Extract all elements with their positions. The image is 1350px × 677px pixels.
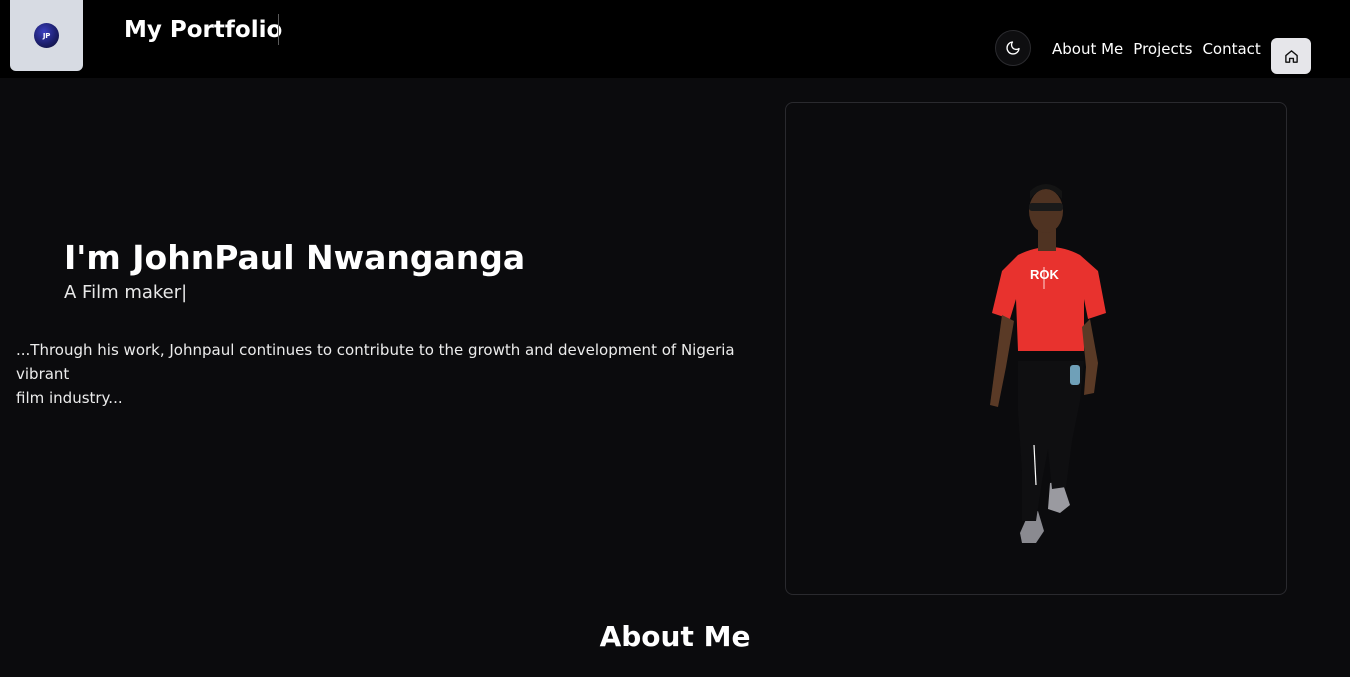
hero-subtitle: A Film maker| [64,281,187,305]
hero-heading: I'm JohnPaul Nwanganga [64,238,526,277]
profile-photo-card: ROK [785,102,1287,595]
profile-photo: ROK [990,184,1106,543]
shirt-logo: ROK [1030,267,1060,282]
logo-text: JP [42,31,51,40]
nav-link-projects[interactable]: Projects [1133,40,1192,58]
typing-cursor: | [181,282,188,303]
site-title: My Portfolio [124,17,283,43]
sunglasses [1029,203,1063,211]
hero-description-line: ...Through his work, Johnpaul continues … [16,341,735,383]
home-icon [1284,49,1298,63]
about-section-title: About Me [599,620,751,653]
right-arm [1082,319,1098,395]
left-arm [990,315,1014,407]
face-mask [1070,365,1080,385]
logo-button[interactable]: JP [10,0,83,71]
main-nav: About Me Projects Contact [1052,40,1261,58]
moon-icon [1006,41,1020,55]
top-navbar: JP My Portfolio About Me Projects Contac… [0,0,1350,78]
logo-badge: JP [34,23,59,48]
nav-link-contact[interactable]: Contact [1202,40,1260,58]
hero-role-text: A Film maker [64,282,182,303]
hero-description-line: film industry... [16,389,123,407]
hero-description: ...Through his work, Johnpaul continues … [16,338,736,410]
home-button[interactable] [1271,38,1311,74]
title-divider [278,14,279,45]
nav-link-about-me[interactable]: About Me [1052,40,1123,58]
theme-toggle-button[interactable] [995,30,1031,66]
